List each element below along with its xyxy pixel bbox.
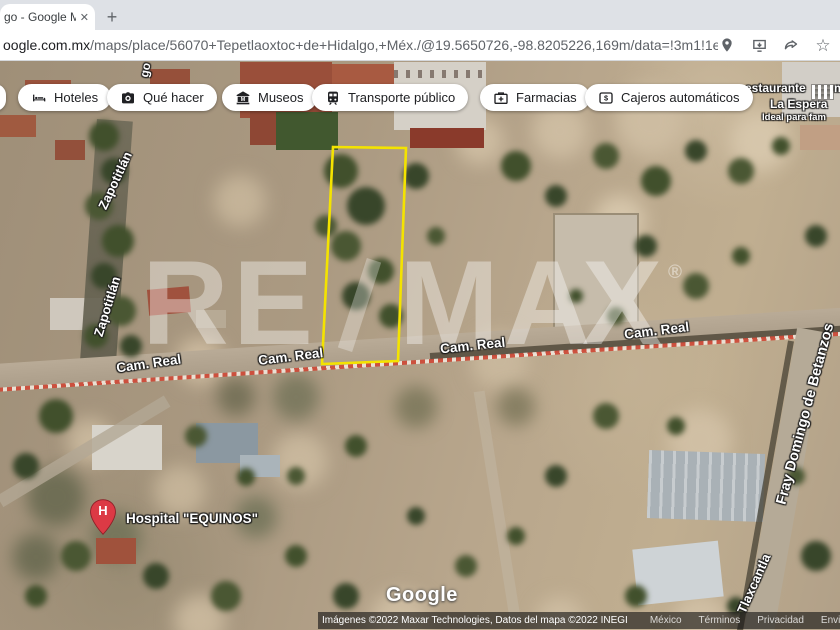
attribution-link-privacidad[interactable]: Privacidad (757, 615, 804, 626)
chip-transporte-publico[interactable]: Transporte público (312, 84, 469, 111)
hospital-pin[interactable]: H (90, 499, 116, 535)
plot-outline (320, 145, 408, 366)
first-aid-icon (493, 90, 509, 106)
poi-label-restaurante: estaurante (745, 81, 806, 95)
poi-label-cut: m (834, 81, 840, 95)
chip-label: Farmacias (516, 90, 577, 105)
chip-label: Museos (258, 90, 304, 105)
poi-label-la-esperanza: La Espera (770, 97, 828, 111)
tab-title: go - Google M (4, 10, 76, 24)
chip-label: Cajeros automáticos (621, 90, 740, 105)
train-icon (325, 90, 341, 106)
location-pin-icon[interactable] (718, 36, 736, 54)
chip-museos[interactable]: M Museos (222, 84, 317, 111)
url-path: /maps/place/56070+Tepetlaoxtoc+de+Hidalg… (90, 37, 718, 53)
hospital-pin-letter: H (98, 503, 108, 518)
install-icon[interactable] (750, 36, 768, 54)
share-icon[interactable] (782, 36, 800, 54)
url-domain: oogle.com.mx (3, 37, 91, 53)
chip-label: Transporte público (348, 90, 456, 105)
chip-hoteles[interactable]: Hoteles (18, 84, 112, 111)
attribution-link-comentarios[interactable]: Enviar comenta (821, 615, 840, 626)
attribution-links: México Términos Privacidad Enviar coment… (650, 615, 840, 626)
attribution-text: Imágenes ©2022 Maxar Technologies, Datos… (322, 615, 628, 626)
new-tab-button[interactable]: + (100, 5, 124, 29)
google-logo: Google (386, 584, 458, 606)
street-label-fragment: go (137, 61, 154, 79)
chip-farmacias[interactable]: Farmacias (480, 84, 590, 111)
poi-label-ideal: Ideal para fam (762, 112, 826, 123)
svg-text:M: M (241, 97, 246, 103)
bookmark-star-icon[interactable]: ☆ (814, 36, 832, 54)
map-attribution-bar: Imágenes ©2022 Maxar Technologies, Datos… (318, 612, 840, 629)
svg-text:$: $ (604, 93, 608, 102)
chip-label: Qué hacer (143, 90, 204, 105)
camera-icon (120, 90, 136, 106)
satellite-map[interactable]: R E M A X ® go Zapotitlán Zapotitlán Cam… (0, 61, 840, 630)
url-text[interactable]: oogle.com.mx/maps/place/56070+Tepetlaoxt… (0, 37, 718, 53)
bed-icon (31, 90, 47, 106)
dollar-icon: $ (598, 90, 614, 106)
browser-tab[interactable]: go - Google M ✕ (0, 4, 95, 30)
chip-label: Hoteles (54, 90, 99, 105)
chip-cajeros-automaticos[interactable]: $ Cajeros automáticos (585, 84, 753, 111)
chip-que-hacer[interactable]: Qué hacer (107, 84, 217, 111)
url-bar-icons: ☆ (718, 36, 840, 54)
tab-close-icon[interactable]: ✕ (80, 11, 89, 24)
poi-label-hospital: Hospital "EQUINOS" (126, 511, 259, 526)
museum-icon: M (235, 90, 251, 106)
attribution-link-terminos[interactable]: Términos (699, 615, 741, 626)
browser-tab-bar: go - Google M ✕ + (0, 0, 840, 30)
url-bar[interactable]: oogle.com.mx/maps/place/56070+Tepetlaoxt… (0, 30, 840, 61)
attribution-link-mexico[interactable]: México (650, 615, 682, 626)
